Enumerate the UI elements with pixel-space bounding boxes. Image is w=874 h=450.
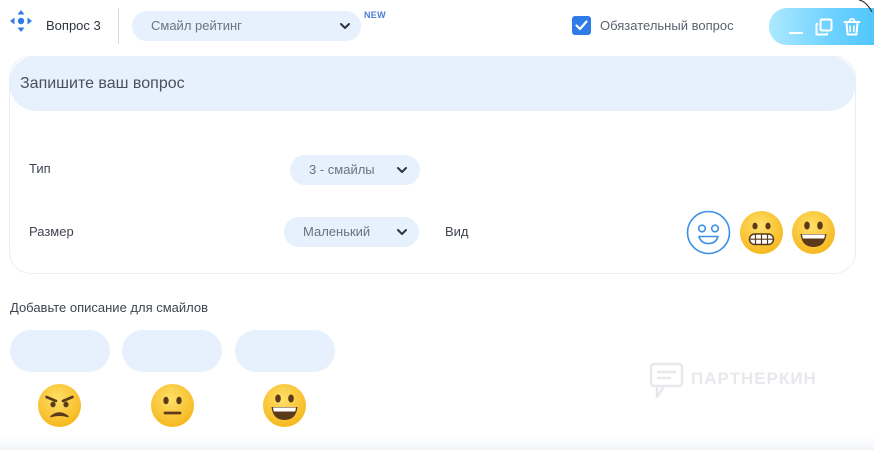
collapse-icon[interactable] xyxy=(786,17,806,37)
chevron-down-icon xyxy=(340,23,350,29)
angry-emoji-icon xyxy=(38,384,81,427)
corner-decoration xyxy=(858,0,873,12)
question-type-value: Смайл рейтинг xyxy=(151,18,242,33)
smile-count-value: 3 - смайлы xyxy=(309,162,375,177)
header-divider xyxy=(118,8,119,44)
question-input[interactable] xyxy=(9,56,856,111)
question-header: Вопрос 3 Смайл рейтинг NEW Обязательный … xyxy=(0,0,874,50)
new-badge: NEW xyxy=(364,10,386,20)
trash-icon[interactable] xyxy=(842,17,862,37)
grinning-emoji-icon[interactable] xyxy=(791,210,836,255)
bottom-edge xyxy=(0,436,874,450)
size-select[interactable]: Маленький xyxy=(284,217,419,247)
chevron-down-icon xyxy=(397,167,407,173)
smile-description-input-2[interactable] xyxy=(122,330,222,372)
outline-smile-icon[interactable] xyxy=(686,210,731,255)
view-label: Вид xyxy=(445,224,469,239)
size-label: Размер xyxy=(29,224,74,239)
watermark-text: ПАРТНЕРКИН xyxy=(691,369,817,388)
duplicate-icon[interactable] xyxy=(814,17,834,37)
neutral-emoji-icon xyxy=(151,384,194,427)
smile-description-input-3[interactable] xyxy=(235,330,335,372)
chevron-down-icon xyxy=(397,229,407,235)
smile-descriptions-title: Добавьте описание для смайлов xyxy=(10,300,209,315)
question-actions xyxy=(769,8,874,45)
watermark: ПАРТНЕРКИН xyxy=(649,361,829,401)
type-label: Тип xyxy=(29,161,51,176)
smile-count-select[interactable]: 3 - смайлы xyxy=(290,155,420,185)
watermark-logo-icon xyxy=(649,362,684,399)
question-number: Вопрос 3 xyxy=(46,18,101,33)
size-value: Маленький xyxy=(303,224,371,239)
move-icon[interactable] xyxy=(9,9,33,33)
check-icon xyxy=(575,20,588,31)
grimacing-emoji-icon[interactable] xyxy=(739,210,784,255)
required-checkbox[interactable] xyxy=(572,16,591,35)
required-label: Обязательный вопрос xyxy=(600,18,734,33)
grinning-emoji-icon xyxy=(263,384,306,427)
smile-description-input-1[interactable] xyxy=(10,330,110,372)
question-type-select[interactable]: Смайл рейтинг xyxy=(132,11,361,41)
